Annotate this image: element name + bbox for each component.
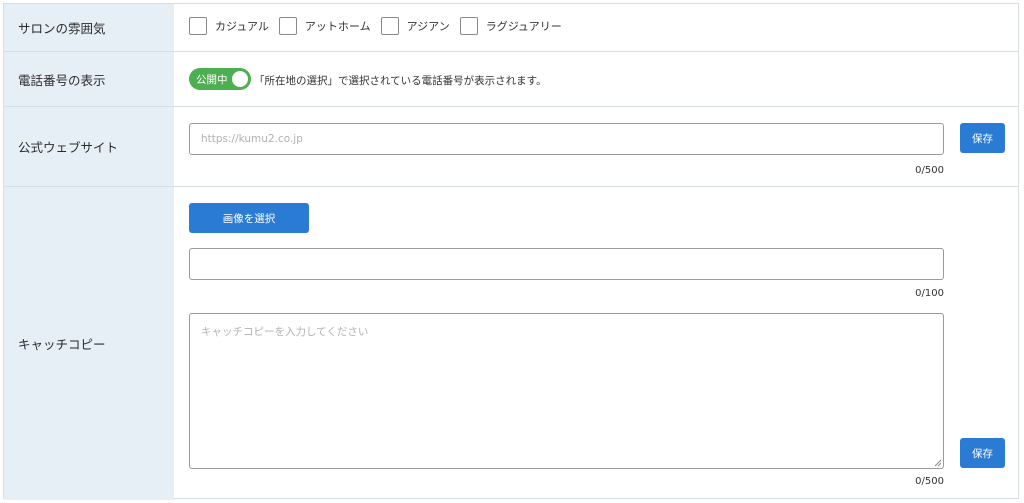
select-image-button[interactable]: 画像を選択 bbox=[189, 203, 309, 233]
phone-display-content: 公開中 「所在地の選択」で選択されている電話番号が表示されます。 bbox=[174, 52, 1018, 106]
checkbox[interactable] bbox=[380, 17, 399, 35]
catchcopy-title-counter: 0/100 bbox=[915, 288, 944, 299]
salon-settings-form: サロンの雰囲気 カジュアル アットホーム アジアン ラグジュアリー 電話番号の表… bbox=[3, 3, 1019, 500]
checkbox-label: アットホーム bbox=[304, 20, 371, 33]
phone-display-note: 「所在地の選択」で選択されている電話番号が表示されます。 bbox=[254, 75, 547, 87]
atmosphere-content: カジュアル アットホーム アジアン ラグジュアリー bbox=[174, 4, 1018, 51]
atmosphere-option-casual[interactable]: カジュアル bbox=[189, 17, 269, 35]
toggle-label: 公開中 bbox=[196, 73, 228, 86]
catchcopy-label: キャッチコピー bbox=[4, 187, 174, 500]
atmosphere-label: サロンの雰囲気 bbox=[4, 4, 174, 51]
checkbox[interactable] bbox=[459, 17, 478, 35]
website-row: 公式ウェブサイト 保存 0/500 bbox=[4, 107, 1018, 187]
website-char-counter: 0/500 bbox=[915, 165, 944, 176]
checkbox-label: カジュアル bbox=[215, 20, 269, 33]
atmosphere-option-asian[interactable]: アジアン bbox=[380, 17, 450, 35]
phone-public-toggle[interactable]: 公開中 bbox=[189, 68, 251, 90]
website-save-button[interactable]: 保存 bbox=[960, 123, 1005, 153]
catchcopy-textarea[interactable] bbox=[189, 313, 944, 469]
catchcopy-save-button[interactable]: 保存 bbox=[960, 438, 1005, 468]
checkbox-label: アジアン bbox=[406, 20, 450, 33]
atmosphere-option-luxury[interactable]: ラグジュアリー bbox=[459, 17, 562, 35]
checkbox-label: ラグジュアリー bbox=[485, 20, 562, 33]
atmosphere-checkbox-group: カジュアル アットホーム アジアン ラグジュアリー bbox=[189, 17, 572, 35]
phone-display-row: 電話番号の表示 公開中 「所在地の選択」で選択されている電話番号が表示されます。 bbox=[4, 52, 1018, 107]
checkbox[interactable] bbox=[189, 17, 207, 35]
checkbox[interactable] bbox=[278, 17, 297, 35]
toggle-knob bbox=[232, 71, 248, 87]
atmosphere-option-athome[interactable]: アットホーム bbox=[278, 17, 371, 35]
website-url-input[interactable] bbox=[189, 123, 944, 155]
catchcopy-content: 画像を選択 0/100 保存 0/500 bbox=[174, 187, 1018, 500]
atmosphere-row: サロンの雰囲気 カジュアル アットホーム アジアン ラグジュアリー bbox=[4, 4, 1018, 52]
catchcopy-char-counter: 0/500 bbox=[915, 476, 944, 487]
catchcopy-row: キャッチコピー 画像を選択 0/100 保存 0/500 bbox=[4, 187, 1018, 500]
phone-display-label: 電話番号の表示 bbox=[4, 52, 174, 106]
website-content: 保存 0/500 bbox=[174, 107, 1018, 186]
resize-grip-icon[interactable] bbox=[934, 459, 942, 467]
catchcopy-title-input[interactable] bbox=[189, 248, 944, 280]
website-label: 公式ウェブサイト bbox=[4, 107, 174, 186]
